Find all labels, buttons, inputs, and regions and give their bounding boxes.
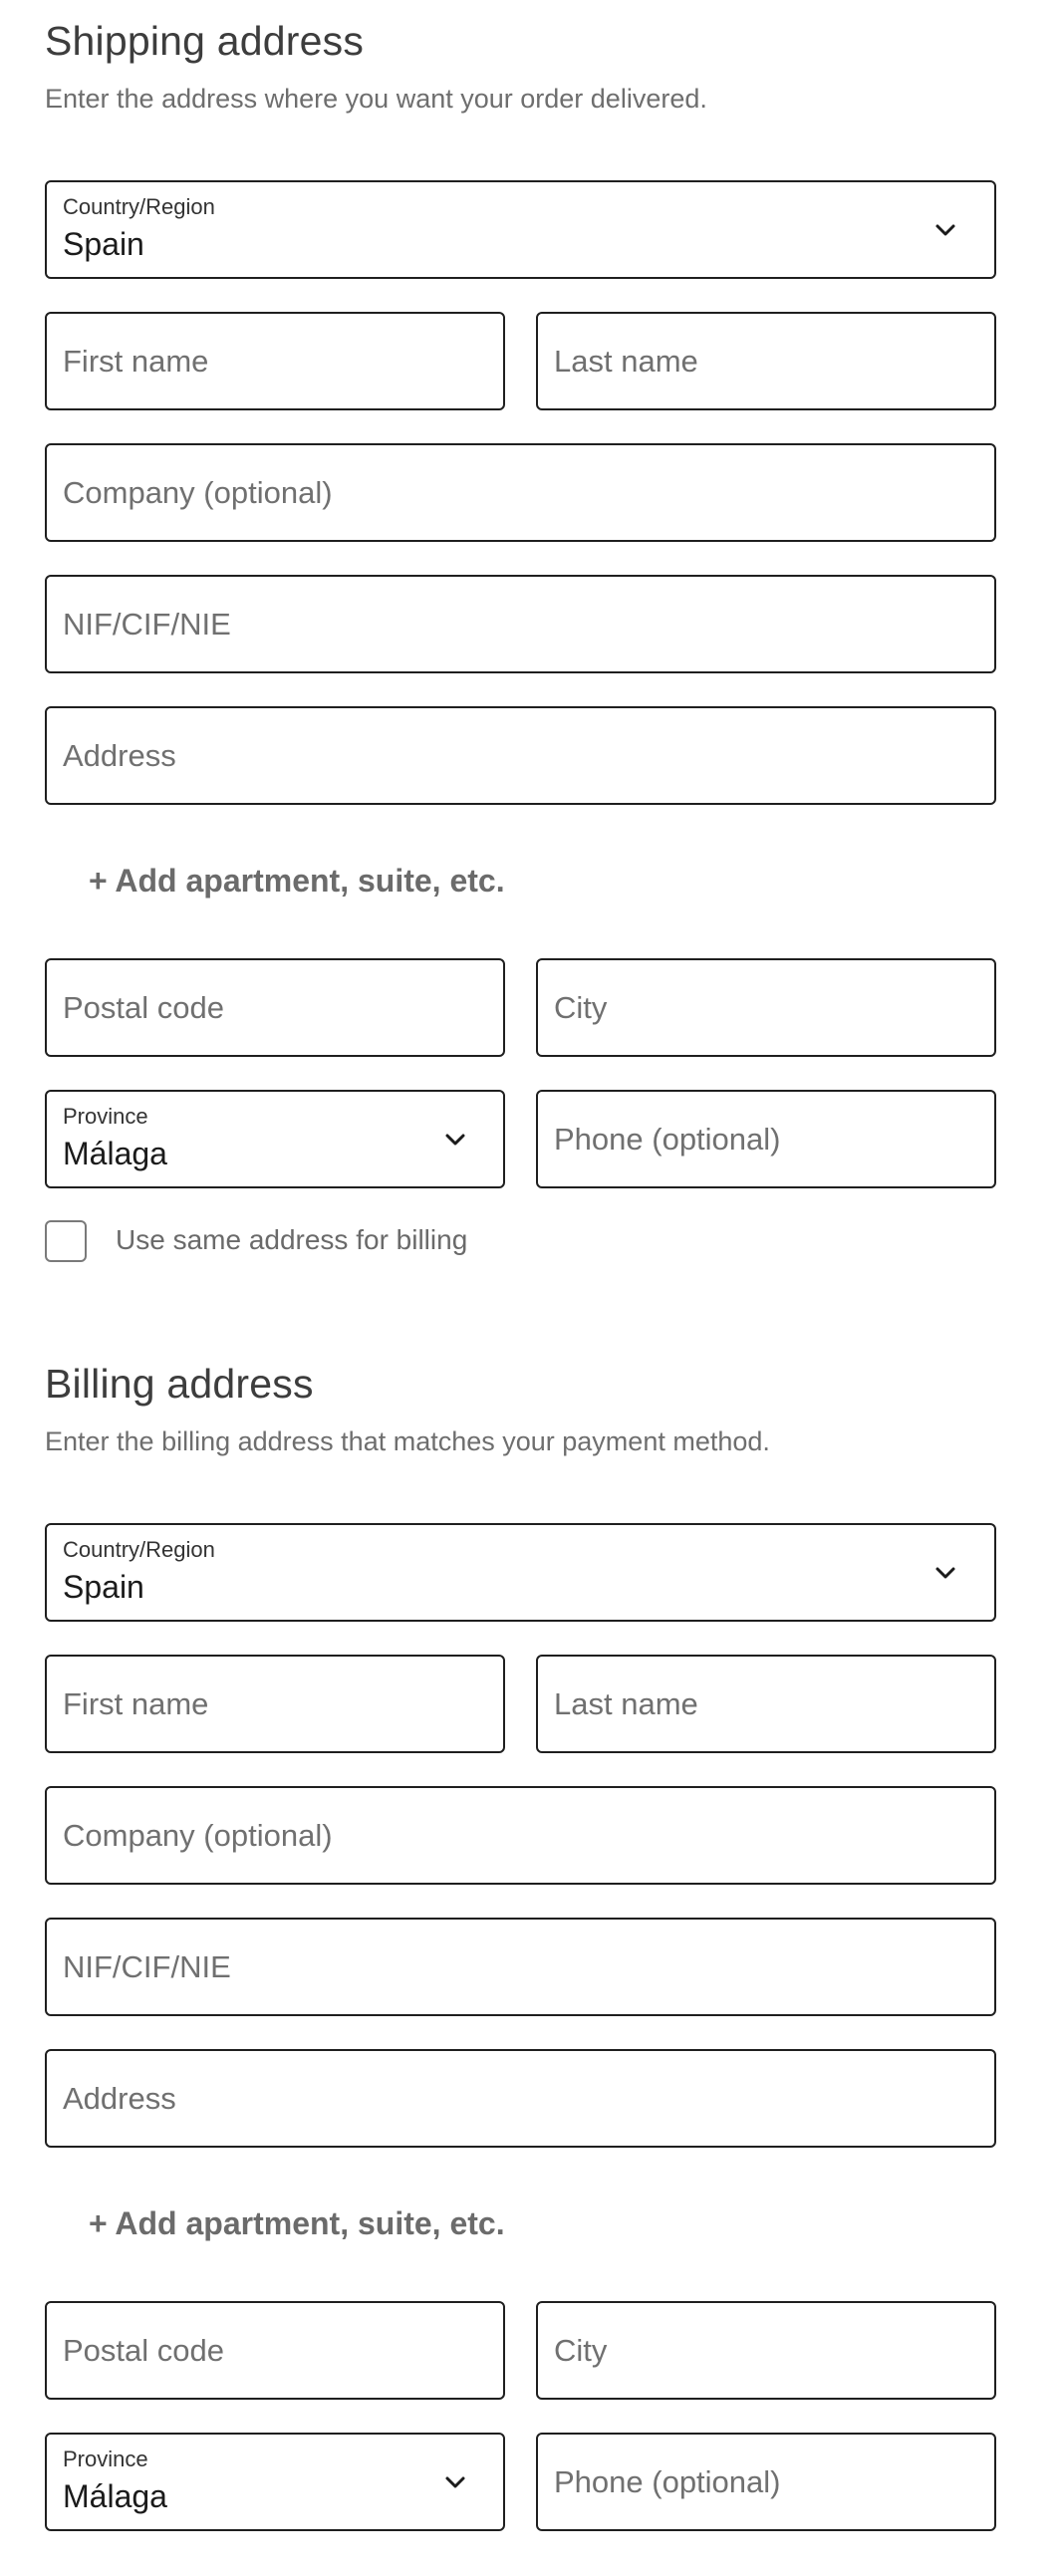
billing-last-name-input[interactable]: Last name — [536, 1655, 996, 1753]
billing-company-input[interactable]: Company (optional) — [45, 1786, 996, 1885]
shipping-tax-id-placeholder: NIF/CIF/NIE — [63, 607, 231, 642]
billing-country-select[interactable]: Country/Region Spain — [45, 1523, 996, 1622]
billing-company-placeholder: Company (optional) — [63, 1818, 333, 1853]
billing-address-placeholder: Address — [63, 2081, 176, 2116]
billing-title: Billing address — [45, 1361, 314, 1407]
same-billing-label[interactable]: Use same address for billing — [116, 1224, 467, 1256]
shipping-address-input[interactable]: Address — [45, 706, 996, 805]
shipping-tax-id-input[interactable]: NIF/CIF/NIE — [45, 575, 996, 673]
shipping-city-input[interactable]: City — [536, 958, 996, 1057]
shipping-postal-code-placeholder: Postal code — [63, 990, 224, 1025]
shipping-country-select[interactable]: Country/Region Spain — [45, 180, 996, 279]
billing-province-select[interactable]: Province Málaga — [45, 2433, 505, 2531]
billing-postal-code-placeholder: Postal code — [63, 2333, 224, 2368]
billing-last-name-placeholder: Last name — [554, 1686, 698, 1721]
billing-first-name-input[interactable]: First name — [45, 1655, 505, 1753]
billing-city-input[interactable]: City — [536, 2301, 996, 2400]
shipping-first-name-placeholder: First name — [63, 344, 209, 379]
chevron-down-icon — [445, 2476, 465, 2488]
shipping-company-input[interactable]: Company (optional) — [45, 443, 996, 542]
shipping-province-value: Málaga — [63, 1136, 167, 1171]
chevron-down-icon — [935, 1567, 955, 1579]
shipping-country-label: Country/Region — [63, 194, 215, 219]
shipping-first-name-input[interactable]: First name — [45, 312, 505, 410]
shipping-title: Shipping address — [45, 18, 365, 64]
shipping-phone-input[interactable]: Phone (optional) — [536, 1090, 996, 1188]
billing-address-input[interactable]: Address — [45, 2049, 996, 2148]
shipping-phone-placeholder: Phone (optional) — [554, 1122, 781, 1157]
shipping-province-select[interactable]: Province Málaga — [45, 1090, 505, 1188]
shipping-address-placeholder: Address — [63, 738, 176, 773]
billing-tax-id-placeholder: NIF/CIF/NIE — [63, 1949, 231, 1984]
billing-city-placeholder: City — [554, 2333, 608, 2368]
billing-tax-id-input[interactable]: NIF/CIF/NIE — [45, 1918, 996, 2016]
chevron-down-icon — [445, 1134, 465, 1146]
shipping-postal-code-input[interactable]: Postal code — [45, 958, 505, 1057]
billing-postal-code-input[interactable]: Postal code — [45, 2301, 505, 2400]
billing-first-name-placeholder: First name — [63, 1686, 209, 1721]
billing-phone-input[interactable]: Phone (optional) — [536, 2433, 996, 2531]
shipping-company-placeholder: Company (optional) — [63, 475, 333, 510]
billing-province-label: Province — [63, 2447, 148, 2471]
shipping-country-value: Spain — [63, 226, 144, 262]
shipping-last-name-placeholder: Last name — [554, 344, 698, 379]
shipping-add-apartment-link[interactable]: + Add apartment, suite, etc. — [89, 863, 505, 900]
chevron-down-icon — [935, 224, 955, 236]
shipping-province-label: Province — [63, 1104, 148, 1129]
billing-country-value: Spain — [63, 1569, 144, 1605]
shipping-subtitle: Enter the address where you want your or… — [45, 84, 707, 114]
billing-country-label: Country/Region — [63, 1537, 215, 1562]
billing-add-apartment-link[interactable]: + Add apartment, suite, etc. — [89, 2205, 505, 2242]
same-billing-checkbox[interactable] — [45, 1220, 87, 1262]
billing-subtitle: Enter the billing address that matches y… — [45, 1426, 770, 1456]
shipping-last-name-input[interactable]: Last name — [536, 312, 996, 410]
billing-province-value: Málaga — [63, 2478, 167, 2514]
billing-phone-placeholder: Phone (optional) — [554, 2464, 781, 2499]
shipping-city-placeholder: City — [554, 990, 608, 1025]
